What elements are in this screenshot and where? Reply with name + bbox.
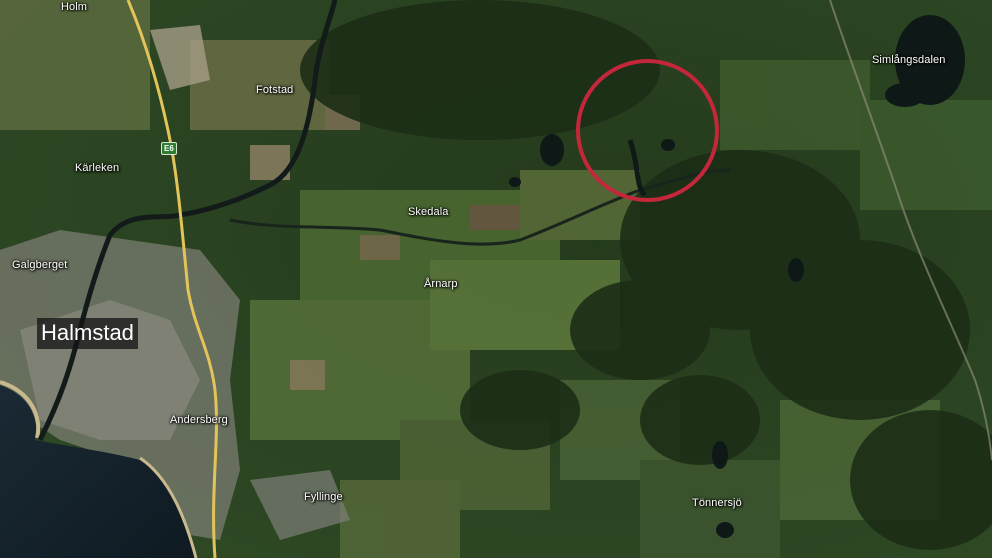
city-label-halmstad[interactable]: Halmstad xyxy=(37,318,138,349)
place-label-arnarp[interactable]: Årnarp xyxy=(424,278,458,290)
highlight-circle xyxy=(576,59,719,202)
satellite-map[interactable]: E6 Halmstad Holm Fotstad Kärleken Galgbe… xyxy=(0,0,992,558)
place-label-fyllinge[interactable]: Fyllinge xyxy=(304,491,343,503)
road-shield-e6: E6 xyxy=(161,142,177,155)
place-label-holm[interactable]: Holm xyxy=(61,1,87,13)
place-label-tonnersjo[interactable]: Tönnersjö xyxy=(692,497,742,509)
place-label-simlangsdalen[interactable]: Simlångsdalen xyxy=(872,54,945,66)
place-label-fotstad[interactable]: Fotstad xyxy=(256,84,293,96)
place-label-skedala[interactable]: Skedala xyxy=(408,206,448,218)
place-label-andersberg[interactable]: Andersberg xyxy=(170,414,228,426)
place-label-galgberget[interactable]: Galgberget xyxy=(12,259,67,271)
place-label-karleken[interactable]: Kärleken xyxy=(75,162,119,174)
satellite-terrain xyxy=(0,0,992,558)
